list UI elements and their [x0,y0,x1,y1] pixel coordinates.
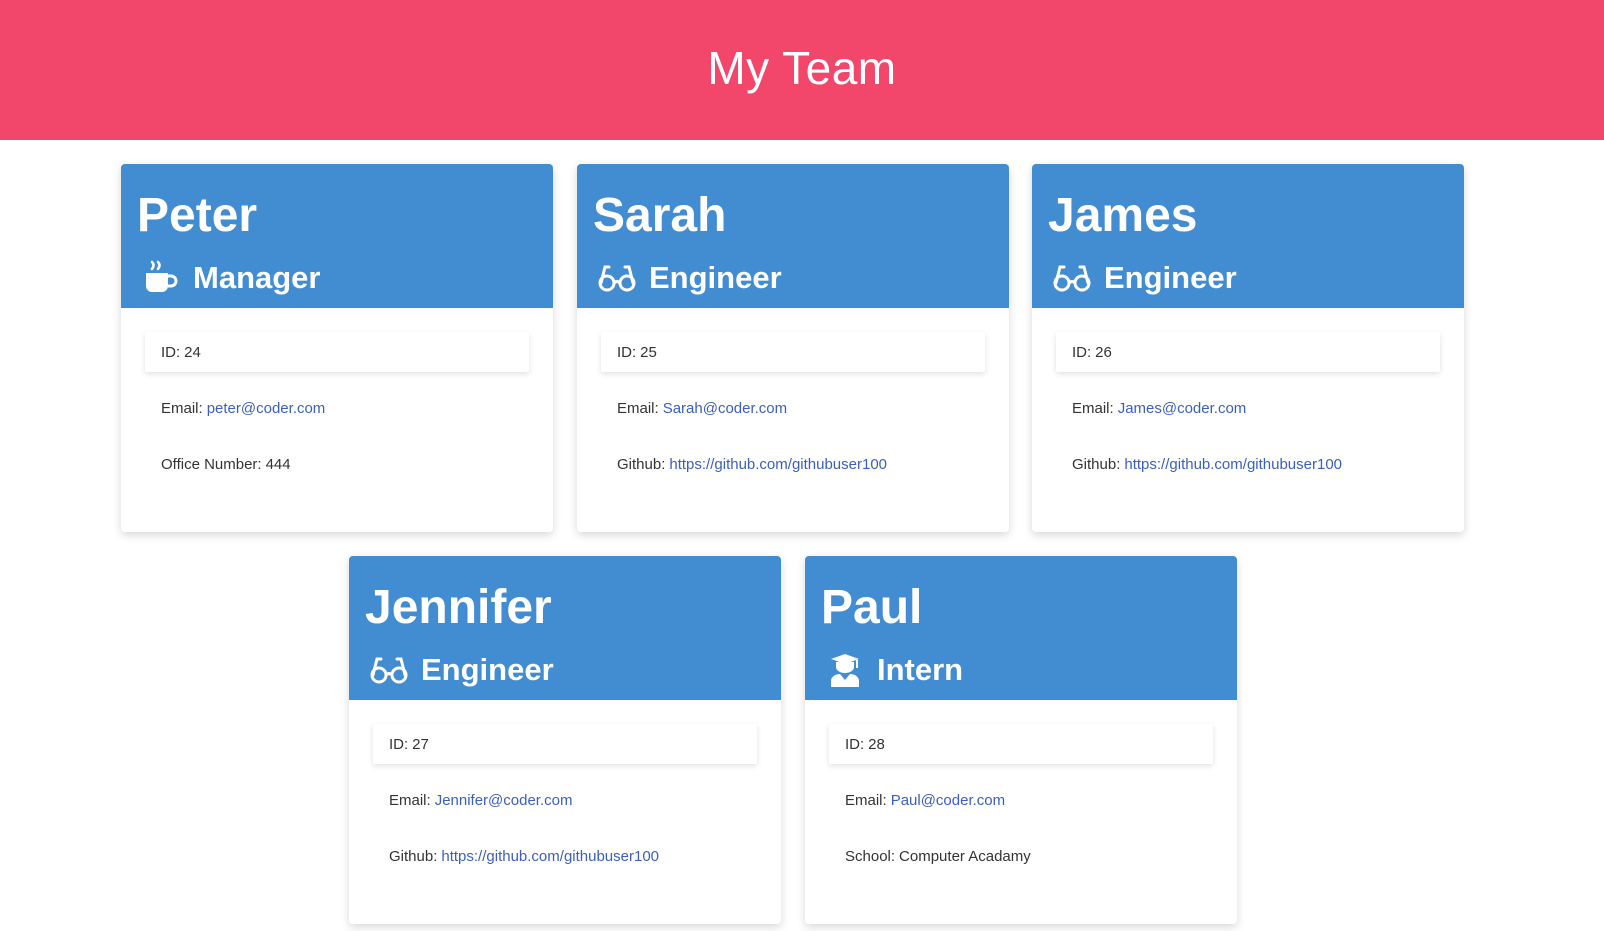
employee-name: James [1048,189,1198,242]
mug-icon [141,260,181,296]
page-header: My Team [0,0,1604,140]
email-label: Email: [1072,399,1114,417]
email-row: Email: Jennifer@coder.com [373,780,757,820]
github-link[interactable]: https://github.com/githubuser100 [1124,456,1342,473]
employee-role: Engineer [1048,260,1448,296]
school-label: School: [845,847,896,865]
card-body: ID: 27 Email: Jennifer@coder.com Github:… [349,700,781,876]
email-link[interactable]: Paul@coder.com [891,792,1005,809]
team-area: Peter Manager ID: 24 Email: peter@coder.… [0,140,1604,931]
email-row: Email: peter@coder.com [145,388,529,428]
email-label: Email: [845,791,887,809]
card-body: ID: 26 Email: James@coder.com Github: ht… [1032,308,1464,484]
id-label: ID: [389,735,409,753]
glasses-icon [369,652,409,688]
role-label: Manager [193,260,321,295]
glasses-icon [597,260,637,296]
github-label: Github: [1072,455,1121,473]
school-value: Computer Acadamy [899,847,1031,865]
github-row: Github: https://github.com/githubuser100 [1056,444,1440,484]
id-value: 24 [184,343,201,361]
github-row: Github: https://github.com/githubuser100 [373,836,757,876]
employee-role: Engineer [365,652,765,688]
id-row: ID: 26 [1056,332,1440,372]
id-label: ID: [617,343,637,361]
office-number-label: Office Number: [161,455,262,473]
employee-name: Sarah [593,189,727,242]
id-value: 26 [1095,343,1112,361]
employee-card-engineer: Jennifer Engineer ID: 27 Email: Jennifer… [349,556,781,924]
employee-name: Jennifer [365,581,552,634]
id-row: ID: 27 [373,724,757,764]
github-link[interactable]: https://github.com/githubuser100 [669,456,887,473]
employee-card-engineer: James Engineer ID: 26 Email: James@coder… [1032,164,1464,532]
github-label: Github: [389,847,438,865]
card-header: Peter Manager [121,164,553,308]
employee-role: Engineer [593,260,993,296]
employee-card-intern: Paul Intern ID: 28 Email: Paul@coder.com… [805,556,1237,924]
email-label: Email: [389,791,431,809]
card-body: ID: 28 Email: Paul@coder.com School: Com… [805,700,1237,876]
card-header: Paul Intern [805,556,1237,700]
email-label: Email: [161,399,203,417]
id-value: 28 [868,735,885,753]
id-label: ID: [845,735,865,753]
email-label: Email: [617,399,659,417]
office-number-value: 444 [265,455,291,473]
email-row: Email: Sarah@coder.com [601,388,985,428]
email-link[interactable]: James@coder.com [1118,400,1247,417]
id-row: ID: 25 [601,332,985,372]
id-label: ID: [161,343,181,361]
id-value: 27 [412,735,429,753]
github-link[interactable]: https://github.com/githubuser100 [441,848,659,865]
employee-card-engineer: Sarah Engineer ID: 25 Email: Sarah@coder… [577,164,1009,532]
email-link[interactable]: Sarah@coder.com [663,400,787,417]
employee-name: Peter [137,189,258,242]
school-row: School: Computer Acadamy [829,836,1213,876]
card-header: Jennifer Engineer [349,556,781,700]
office-number-row: Office Number: 444 [145,444,529,484]
email-row: Email: James@coder.com [1056,388,1440,428]
glasses-icon [1052,260,1092,296]
employee-card-manager: Peter Manager ID: 24 Email: peter@coder.… [121,164,553,532]
card-body: ID: 25 Email: Sarah@coder.com Github: ht… [577,308,1009,484]
card-header: Sarah Engineer [577,164,1009,308]
graduate-icon [825,652,865,688]
id-row: ID: 24 [145,332,529,372]
id-row: ID: 28 [829,724,1213,764]
employee-role: Manager [137,260,537,296]
page-title: My Team [707,42,897,94]
github-row: Github: https://github.com/githubuser100 [601,444,985,484]
role-label: Intern [877,652,964,687]
role-label: Engineer [421,652,554,687]
email-link[interactable]: Jennifer@coder.com [435,792,573,809]
id-value: 25 [640,343,657,361]
email-link[interactable]: peter@coder.com [207,400,326,417]
employee-role: Intern [821,652,1221,688]
employee-name: Paul [821,581,923,634]
role-label: Engineer [649,260,782,295]
card-header: James Engineer [1032,164,1464,308]
role-label: Engineer [1104,260,1237,295]
id-label: ID: [1072,343,1092,361]
card-body: ID: 24 Email: peter@coder.com Office Num… [121,308,553,484]
email-row: Email: Paul@coder.com [829,780,1213,820]
github-label: Github: [617,455,666,473]
